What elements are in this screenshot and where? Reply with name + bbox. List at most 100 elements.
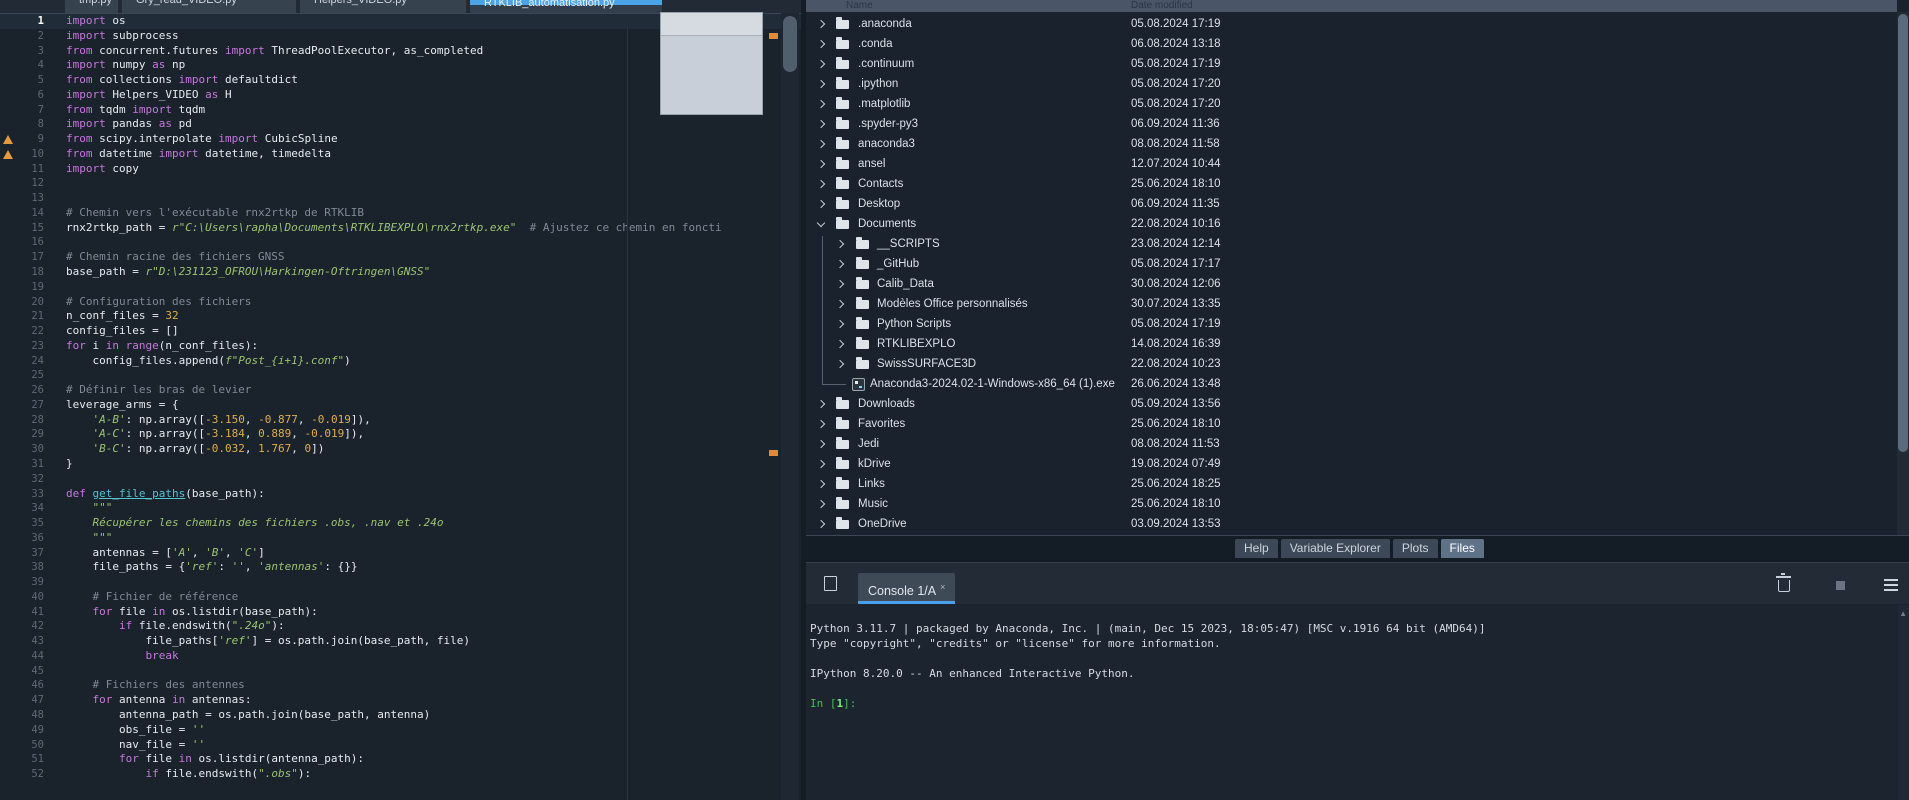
console-scrollbar[interactable]: [1898, 605, 1909, 800]
code-line[interactable]: 51 for file in os.listdir(antenna_path):: [0, 752, 801, 767]
code-line[interactable]: 43 file_paths['ref'] = os.path.join(base…: [0, 634, 801, 649]
file-row[interactable]: OneDrive03.09.2024 13:53: [806, 514, 1897, 534]
hamburger-menu-icon[interactable]: [1884, 579, 1898, 581]
line-number[interactable]: 5: [0, 73, 44, 88]
line-number[interactable]: 40: [0, 590, 44, 605]
column-header-date-modified[interactable]: Date modified: [1131, 0, 1193, 11]
chevron-right-icon[interactable]: [817, 140, 825, 148]
chevron-right-icon[interactable]: [817, 460, 825, 468]
editor-scrollbar-thumb[interactable]: [783, 16, 797, 72]
code-line[interactable]: 14# Chemin vers l'exécutable rnx2rtkp de…: [0, 206, 801, 221]
code-line[interactable]: 35 Récupérer les chemins des fichiers .o…: [0, 516, 801, 531]
code-line[interactable]: 30 'B-C': np.array([-0.032, 1.767, 0]): [0, 442, 801, 457]
file-row[interactable]: .conda06.08.2024 13:18: [806, 34, 1897, 54]
code-line[interactable]: 13: [0, 191, 801, 206]
chevron-right-icon[interactable]: [817, 200, 825, 208]
line-number[interactable]: 21: [0, 309, 44, 324]
chevron-right-icon[interactable]: [836, 300, 844, 308]
file-row[interactable]: Contacts25.06.2024 18:10: [806, 174, 1897, 194]
code-line[interactable]: 21n_conf_files = 32: [0, 309, 801, 324]
line-number[interactable]: 35: [0, 516, 44, 531]
line-number[interactable]: 43: [0, 634, 44, 649]
line-number[interactable]: 44: [0, 649, 44, 664]
editor-tab-Helpers_VIDEO.py[interactable]: Helpers_VIDEO.py: [300, 0, 467, 13]
chevron-right-icon[interactable]: [836, 260, 844, 268]
code-line[interactable]: 26# Définir les bras de levier: [0, 383, 801, 398]
line-number[interactable]: 41: [0, 605, 44, 620]
line-number[interactable]: 25: [0, 368, 44, 383]
stop-icon[interactable]: [1836, 581, 1845, 590]
line-number[interactable]: 49: [0, 723, 44, 738]
line-number[interactable]: 19: [0, 280, 44, 295]
editor-tab-RTKLIB_automatisation.py[interactable]: RTKLIB_automatisation.py: [470, 0, 663, 13]
plugin-tab-plots[interactable]: Plots: [1393, 539, 1438, 558]
console-prompt[interactable]: In [1]:: [810, 696, 1895, 711]
line-number[interactable]: 30: [0, 442, 44, 457]
line-number[interactable]: 39: [0, 575, 44, 590]
line-number[interactable]: 36: [0, 531, 44, 546]
file-row[interactable]: .anaconda05.08.2024 17:19: [806, 14, 1897, 34]
code-line[interactable]: 9from scipy.interpolate import CubicSpli…: [0, 132, 801, 147]
chevron-right-icon[interactable]: [817, 160, 825, 168]
code-line[interactable]: 19: [0, 280, 801, 295]
code-line[interactable]: 40 # Fichier de référence: [0, 590, 801, 605]
line-number[interactable]: 47: [0, 693, 44, 708]
line-number[interactable]: 2: [0, 29, 44, 44]
column-header-name[interactable]: Name: [846, 0, 873, 11]
line-number[interactable]: 23: [0, 339, 44, 354]
code-line[interactable]: 18base_path = r"D:\231123_OFROU\Harkinge…: [0, 265, 801, 280]
code-line[interactable]: 45: [0, 664, 801, 679]
editor-tab-tmp.py[interactable]: tmp.py: [65, 0, 119, 13]
file-row[interactable]: Favorites25.06.2024 18:10: [806, 414, 1897, 434]
chevron-right-icon[interactable]: [836, 280, 844, 288]
line-number[interactable]: 42: [0, 619, 44, 634]
code-line[interactable]: 33def get_file_paths(base_path):: [0, 487, 801, 502]
chevron-right-icon[interactable]: [836, 320, 844, 328]
line-number[interactable]: 28: [0, 413, 44, 428]
file-row[interactable]: Downloads05.09.2024 13:56: [806, 394, 1897, 414]
chevron-right-icon[interactable]: [836, 340, 844, 348]
scroll-up-arrow-icon[interactable]: ▲: [1899, 609, 1907, 618]
chevron-right-icon[interactable]: [817, 20, 825, 28]
chevron-right-icon[interactable]: [817, 100, 825, 108]
chevron-right-icon[interactable]: [817, 40, 825, 48]
chevron-right-icon[interactable]: [817, 500, 825, 508]
trash-icon[interactable]: [1778, 580, 1790, 592]
chevron-right-icon[interactable]: [817, 480, 825, 488]
line-number[interactable]: 45: [0, 664, 44, 679]
code-line[interactable]: 25: [0, 368, 801, 383]
code-line[interactable]: 27leverage_arms = {: [0, 398, 801, 413]
code-editor[interactable]: 1import os2import subprocess3from concur…: [0, 14, 801, 800]
code-line[interactable]: 48 antenna_path = os.path.join(base_path…: [0, 708, 801, 723]
code-line[interactable]: 29 'A-C': np.array([-3.184, 0.889, -0.01…: [0, 427, 801, 442]
code-line[interactable]: 41 for file in os.listdir(base_path):: [0, 605, 801, 620]
code-line[interactable]: 8import pandas as pd: [0, 117, 801, 132]
line-number[interactable]: 31: [0, 457, 44, 472]
line-number[interactable]: 16: [0, 235, 44, 250]
chevron-down-icon[interactable]: [817, 219, 825, 227]
console-tab[interactable]: Console 1/A×: [858, 573, 955, 604]
code-line[interactable]: 11import copy: [0, 162, 801, 177]
chevron-right-icon[interactable]: [817, 180, 825, 188]
file-row[interactable]: kDrive19.08.2024 07:49: [806, 454, 1897, 474]
line-number[interactable]: 3: [0, 44, 44, 59]
chevron-right-icon[interactable]: [817, 520, 825, 528]
file-row[interactable]: anaconda308.08.2024 11:58: [806, 134, 1897, 154]
file-row[interactable]: Python Scripts05.08.2024 17:19: [806, 314, 1897, 334]
line-number[interactable]: 50: [0, 738, 44, 753]
chevron-right-icon[interactable]: [817, 440, 825, 448]
line-number[interactable]: 15: [0, 221, 44, 236]
file-row[interactable]: Desktop06.09.2024 11:35: [806, 194, 1897, 214]
file-row[interactable]: Modèles Office personnalisés30.07.2024 1…: [806, 294, 1897, 314]
line-number[interactable]: 34: [0, 501, 44, 516]
file-row[interactable]: _GitHub05.08.2024 17:17: [806, 254, 1897, 274]
code-line[interactable]: 23for i in range(n_conf_files):: [0, 339, 801, 354]
line-number[interactable]: 38: [0, 560, 44, 575]
file-row[interactable]: ansel12.07.2024 10:44: [806, 154, 1897, 174]
code-line[interactable]: 52 if file.endswith(".obs"):: [0, 767, 801, 782]
line-number[interactable]: 24: [0, 354, 44, 369]
code-line[interactable]: 44 break: [0, 649, 801, 664]
line-number[interactable]: 51: [0, 752, 44, 767]
code-line[interactable]: 49 obs_file = '': [0, 723, 801, 738]
file-row[interactable]: Calib_Data30.08.2024 12:06: [806, 274, 1897, 294]
